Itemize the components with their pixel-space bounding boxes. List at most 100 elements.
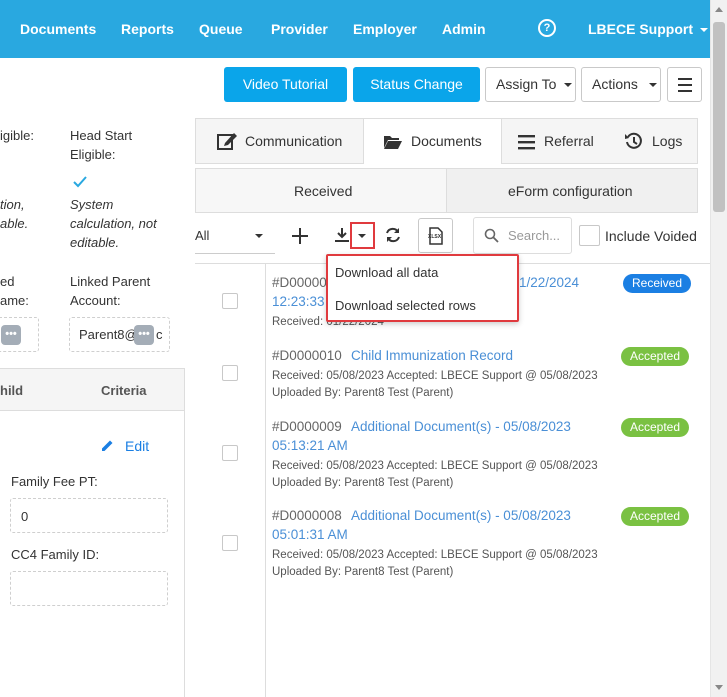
status-badge: Accepted xyxy=(621,507,689,526)
document-id: #D0000008 xyxy=(272,508,342,523)
video-tutorial-button[interactable]: Video Tutorial xyxy=(224,67,347,102)
status-badge: Accepted xyxy=(621,347,689,366)
row-checkbox[interactable] xyxy=(222,445,238,461)
linked-name-label-line2: ame: xyxy=(0,293,29,308)
document-uploader: Uploaded By: Parent8 Test (Parent) xyxy=(272,566,454,578)
nav-queue[interactable]: Queue xyxy=(199,21,243,37)
menu-button[interactable] xyxy=(667,67,702,102)
document-title[interactable]: Child Immunization Record xyxy=(351,346,513,365)
search-icon xyxy=(484,228,499,243)
row-checkbox[interactable] xyxy=(222,293,238,309)
document-title[interactable]: Additional Document(s) - 05/08/2023 xyxy=(351,417,571,436)
scroll-down-icon[interactable] xyxy=(715,685,723,690)
download-all-data-item[interactable]: Download all data xyxy=(335,265,438,280)
chevron-down-icon xyxy=(564,83,572,87)
cc4-family-id-label: CC4 Family ID: xyxy=(11,547,100,562)
cc4-family-id-field[interactable] xyxy=(10,571,168,606)
assign-to-label: Assign To xyxy=(496,76,557,92)
document-title[interactable]: Additional Document(s) - 05/08/2023 xyxy=(351,506,571,525)
refresh-icon[interactable] xyxy=(384,226,402,244)
more-icon[interactable]: ••• xyxy=(134,325,154,345)
document-id: #D0000009 xyxy=(272,419,342,434)
actions-dropdown[interactable]: Actions xyxy=(581,67,661,102)
export-xlsx-button[interactable]: XLSX xyxy=(418,218,453,253)
document-uploader: Uploaded By: Parent8 Test (Parent) xyxy=(272,477,454,489)
hamburger-icon-line xyxy=(678,90,692,92)
linked-name-label: ed xyxy=(0,274,15,289)
filter-value: All xyxy=(195,228,210,243)
document-title-line2[interactable]: 12:23:33 xyxy=(272,292,325,311)
nav-provider[interactable]: Provider xyxy=(271,21,328,37)
chevron-down-icon xyxy=(649,83,657,87)
chevron-down-icon xyxy=(255,234,263,238)
help-icon[interactable]: ? xyxy=(538,19,556,37)
actions-label: Actions xyxy=(592,76,638,92)
include-voided-checkbox[interactable] xyxy=(579,225,600,246)
edit-note-icon xyxy=(217,133,237,150)
calc-note-partial: tion, xyxy=(0,197,25,212)
user-menu[interactable]: LBECE Support xyxy=(588,21,708,37)
status-change-button[interactable]: Status Change xyxy=(353,67,480,102)
criteria-table-header: hild Criteria xyxy=(0,368,185,411)
document-title-line2[interactable]: 05:13:21 AM xyxy=(272,436,348,455)
linked-parent-value-tail: c xyxy=(156,327,163,342)
scroll-up-icon[interactable] xyxy=(715,7,723,12)
list-col-divider xyxy=(265,263,266,697)
linked-parent-label: Linked Parent xyxy=(70,274,151,289)
scroll-thumb[interactable] xyxy=(713,22,725,212)
subtab-eform[interactable]: eForm configuration xyxy=(446,168,698,213)
family-fee-label: Family Fee PT: xyxy=(11,474,98,489)
system-calc-note-line2: calculation, not xyxy=(70,216,157,231)
linked-name-field[interactable]: ••• xyxy=(0,317,39,352)
calc-note-partial-line2: able. xyxy=(0,216,29,231)
nav-employer[interactable]: Employer xyxy=(353,21,417,37)
document-id: #D0000010 xyxy=(272,348,342,363)
nav-reports[interactable]: Reports xyxy=(121,21,174,37)
user-caret-icon xyxy=(699,28,708,32)
status-badge: Accepted xyxy=(621,418,689,437)
document-uploader: Uploaded By: Parent8 Test (Parent) xyxy=(272,387,454,399)
subtab-received[interactable]: Received xyxy=(195,168,447,213)
download-menu: Download all data Download selected rows xyxy=(326,254,519,322)
search-input[interactable]: Search... xyxy=(473,217,572,254)
page-scrollbar[interactable] xyxy=(710,0,727,697)
folder-open-icon xyxy=(384,136,402,149)
document-meta: Received: 05/08/2023 Accepted: LBECE Sup… xyxy=(272,460,598,472)
chevron-down-icon xyxy=(358,234,366,238)
edit-label: Edit xyxy=(125,438,150,454)
system-calc-note: System xyxy=(70,197,114,212)
col-child-header: hild xyxy=(0,383,24,398)
more-icon[interactable]: ••• xyxy=(1,325,21,345)
row-checkbox[interactable] xyxy=(222,535,238,551)
download-dropdown-toggle[interactable] xyxy=(350,222,375,249)
row-checkbox[interactable] xyxy=(222,365,238,381)
document-meta: Received: 05/08/2023 Accepted: LBECE Sup… xyxy=(272,370,598,382)
include-voided-label: Include Voided xyxy=(605,228,697,244)
system-calc-note-line3: editable. xyxy=(70,235,120,250)
linked-parent-field[interactable]: Parent8@ ••• c xyxy=(69,317,170,352)
document-meta: Received: 05/08/2023 Accepted: LBECE Sup… xyxy=(272,549,598,561)
hamburger-icon xyxy=(678,78,692,80)
tab-communication-label: Communication xyxy=(245,133,343,149)
head-start-label: Head Start xyxy=(70,128,133,143)
linked-parent-label-line2: Account: xyxy=(70,293,121,308)
plus-icon[interactable] xyxy=(291,227,309,245)
download-selected-rows-item[interactable]: Download selected rows xyxy=(335,298,476,313)
hamburger-icon-line xyxy=(678,84,692,86)
linked-parent-value: Parent8@ xyxy=(79,327,138,342)
nav-documents[interactable]: Documents xyxy=(20,21,96,37)
col-criteria-header: Criteria xyxy=(101,383,147,398)
head-start-label-line2: Eligible: xyxy=(70,147,116,162)
family-fee-field[interactable]: 0 xyxy=(10,498,168,533)
document-title-line2[interactable]: 05:01:31 AM xyxy=(272,525,348,544)
nav-admin[interactable]: Admin xyxy=(442,21,486,37)
document-title[interactable]: 1/22/2024 xyxy=(519,273,579,292)
status-badge: Received xyxy=(623,274,691,293)
download-icon[interactable] xyxy=(333,226,351,244)
tab-logs-label: Logs xyxy=(652,133,683,149)
filter-select[interactable]: All xyxy=(195,222,275,250)
assign-to-dropdown[interactable]: Assign To xyxy=(485,67,576,102)
family-fee-value: 0 xyxy=(21,509,29,524)
list-icon xyxy=(518,135,535,150)
eligible-label: igible: xyxy=(0,128,34,143)
